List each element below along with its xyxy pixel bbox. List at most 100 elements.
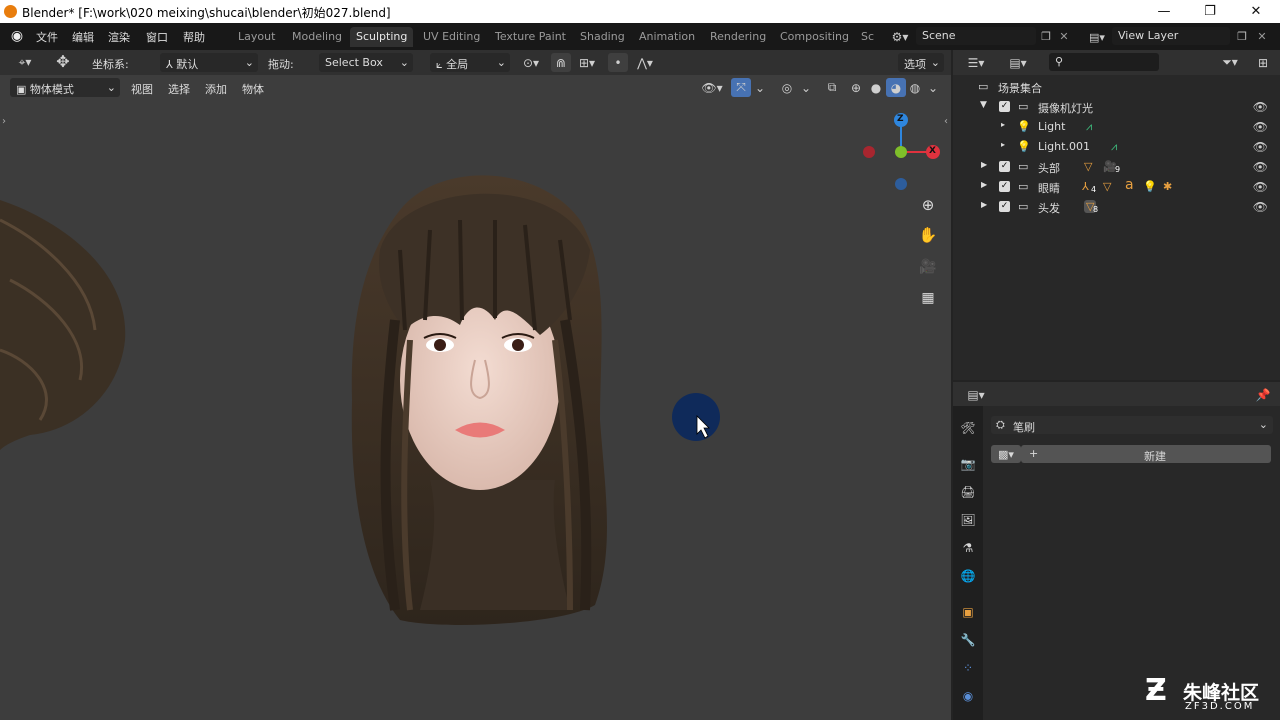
camera-view-icon[interactable]: 🎥 xyxy=(917,256,939,278)
pivot-dropdown[interactable]: ⟀ 全局 ⌄ xyxy=(430,53,510,72)
pin-icon[interactable]: 📌 xyxy=(1253,385,1273,404)
exclude-checkbox[interactable]: ✓ xyxy=(999,201,1010,212)
transform-move-icon[interactable]: ✥ xyxy=(50,52,76,71)
mode-dropdown[interactable]: ▣ 物体模式 ⌄ xyxy=(10,78,120,97)
properties-editor-type-icon[interactable]: ▤▾ xyxy=(961,385,991,404)
exclude-checkbox[interactable]: ✓ xyxy=(999,101,1010,112)
tool-tab-icon[interactable]: 🛠 xyxy=(960,420,976,436)
overlays-dropdown-icon[interactable]: ⌄ xyxy=(798,78,814,97)
visibility-eye-icon[interactable]: 👁 xyxy=(1253,180,1268,194)
visibility-eye-icon[interactable]: 👁▾ xyxy=(697,78,727,97)
overlays-icon[interactable]: ◎ xyxy=(776,78,798,97)
modifier-tab-icon[interactable]: 🔧 xyxy=(960,632,976,648)
view-layer-tab-icon[interactable]: 🖼 xyxy=(960,512,976,528)
visibility-eye-icon[interactable]: 👁 xyxy=(1253,100,1268,114)
outliner-row-scene-collection[interactable]: ▭ 场景集合 xyxy=(953,77,1280,97)
perspective-grid-icon[interactable]: ▦ xyxy=(917,287,939,309)
filter-icon[interactable]: ⏷▾ xyxy=(1215,53,1245,72)
menu-object[interactable]: 物体 xyxy=(242,81,264,97)
world-tab-icon[interactable]: 🌐 xyxy=(960,568,976,584)
view-layer-icon[interactable]: ▤▾ xyxy=(1085,28,1109,46)
output-tab-icon[interactable]: 🖨 xyxy=(960,484,976,500)
scene-selector-icon[interactable]: ⚙▾ xyxy=(888,28,912,46)
gizmo-toggle-icon[interactable]: ⤧ xyxy=(731,78,751,97)
material-shading-icon[interactable]: ◕ xyxy=(886,78,906,97)
expand-arrow-icon[interactable]: ▼ xyxy=(980,100,987,110)
drag-dropdown[interactable]: Select Box ⌄ xyxy=(319,53,413,72)
tab-sculpting[interactable]: Sculpting xyxy=(350,27,414,47)
blender-menu-icon[interactable]: ◉ xyxy=(8,28,26,44)
pivot-point-icon[interactable]: ⊙▾ xyxy=(515,53,547,72)
particles-tab-icon[interactable]: ⁘ xyxy=(960,660,976,676)
tab-texture-paint[interactable]: Texture Paint xyxy=(489,27,572,47)
menu-window[interactable]: 窗口 xyxy=(146,29,168,45)
outliner-row-hair[interactable]: ▶ ✓ ▭ 头发 ▽ 8 👁 xyxy=(953,197,1280,217)
proportional-edit-icon[interactable]: • xyxy=(608,53,628,72)
object-tab-icon[interactable]: ▣ xyxy=(960,604,976,620)
menu-view[interactable]: 视图 xyxy=(131,81,153,97)
snap-magnet-icon[interactable]: ⋒ xyxy=(551,53,571,72)
new-brush-button[interactable]: + 新建 xyxy=(1021,445,1271,463)
tab-layout[interactable]: Layout xyxy=(232,27,281,47)
menu-edit[interactable]: 编辑 xyxy=(72,29,94,45)
rendered-shading-icon[interactable]: ◍ xyxy=(905,78,925,97)
shading-dropdown-icon[interactable]: ⌄ xyxy=(925,78,941,97)
visibility-eye-icon[interactable]: 👁 xyxy=(1253,160,1268,174)
scene-name-field[interactable]: Scene xyxy=(916,27,1036,45)
pan-hand-icon[interactable]: ✋ xyxy=(917,224,939,246)
outliner-editor-type-icon[interactable]: ☰▾ xyxy=(961,53,991,72)
tab-animation[interactable]: Animation xyxy=(633,27,701,47)
sidebar-expand-icon[interactable]: ‹ xyxy=(944,116,948,127)
solid-shading-icon[interactable]: ● xyxy=(866,78,886,97)
menu-render[interactable]: 渲染 xyxy=(108,29,130,45)
visibility-eye-icon[interactable]: 👁 xyxy=(1253,200,1268,214)
menu-help[interactable]: 帮助 xyxy=(183,29,205,45)
3d-viewport[interactable]: Z X ⊕ ✋ 🎥 ▦ › ‹ xyxy=(0,50,951,720)
close-button[interactable]: ✕ xyxy=(1233,0,1279,23)
exclude-checkbox[interactable]: ✓ xyxy=(999,161,1010,172)
minimize-button[interactable]: — xyxy=(1141,0,1187,23)
physics-tab-icon[interactable]: ◉ xyxy=(960,688,976,704)
expand-arrow-icon[interactable]: ▶ xyxy=(981,180,987,189)
brush-selector-button[interactable]: ▩▾ xyxy=(991,445,1021,463)
new-view-layer-icon[interactable]: ❐ xyxy=(1234,28,1250,44)
delete-view-layer-icon[interactable]: ✕ xyxy=(1255,28,1269,44)
gizmo-dropdown-icon[interactable]: ⌄ xyxy=(752,78,768,97)
tab-modeling[interactable]: Modeling xyxy=(286,27,348,47)
visibility-eye-icon[interactable]: 👁 xyxy=(1253,140,1268,154)
editor-type-icon[interactable]: ⌖▾ xyxy=(10,53,40,72)
orientation-dropdown[interactable]: ⅄ 默认 ⌄ xyxy=(160,53,258,72)
new-collection-icon[interactable]: ⊞ xyxy=(1253,53,1273,72)
snap-target-icon[interactable]: ⊞▾ xyxy=(572,53,602,72)
exclude-checkbox[interactable]: ✓ xyxy=(999,181,1010,192)
expand-arrow-icon[interactable]: ▶ xyxy=(981,160,987,169)
menu-select[interactable]: 选择 xyxy=(168,81,190,97)
expand-arrow-icon[interactable]: ▸ xyxy=(1001,140,1005,149)
tab-compositing[interactable]: Compositing xyxy=(774,27,855,47)
xray-icon[interactable]: ⧉ xyxy=(822,78,842,97)
outliner-row-eyes[interactable]: ▶ ✓ ▭ 眼睛 ⅄ 4 ▽ a 💡 ✱ 👁 xyxy=(953,177,1280,197)
display-mode-icon[interactable]: ▤▾ xyxy=(1003,53,1033,72)
outliner-row-light-001[interactable]: ▸ 💡 Light.001 ⩘ 👁 xyxy=(953,137,1280,157)
new-scene-icon[interactable]: ❐ xyxy=(1038,28,1054,44)
expand-arrow-icon[interactable]: ▶ xyxy=(981,200,987,209)
tab-shading[interactable]: Shading xyxy=(574,27,631,47)
toolbar-expand-icon[interactable]: › xyxy=(2,116,6,127)
render-tab-icon[interactable]: 📷 xyxy=(960,456,976,472)
view-layer-field[interactable]: View Layer xyxy=(1112,27,1230,45)
expand-arrow-icon[interactable]: ▸ xyxy=(1001,120,1005,129)
options-dropdown[interactable]: 选项 ⌄ xyxy=(898,53,944,72)
scene-tab-icon[interactable]: ⚗ xyxy=(960,540,976,556)
maximize-button[interactable]: ❐ xyxy=(1187,0,1233,23)
outliner-row-camera-lights[interactable]: ▼ ✓ ▭ 摄像机灯光 👁 xyxy=(953,97,1280,117)
outliner-row-head[interactable]: ▶ ✓ ▭ 头部 ▽ 🎥 9 👁 xyxy=(953,157,1280,177)
outliner-row-light[interactable]: ▸ 💡 Light ⩘ 👁 xyxy=(953,117,1280,137)
tab-scripting[interactable]: Sc xyxy=(855,27,880,47)
menu-file[interactable]: 文件 xyxy=(36,29,58,45)
menu-add[interactable]: 添加 xyxy=(205,81,227,97)
wireframe-shading-icon[interactable]: ⊕ xyxy=(846,78,866,97)
tab-uv-editing[interactable]: UV Editing xyxy=(417,27,486,47)
falloff-icon[interactable]: ⋀▾ xyxy=(630,53,660,72)
zoom-icon[interactable]: ⊕ xyxy=(917,194,939,216)
outliner-search-input[interactable]: ⚲ xyxy=(1049,53,1159,71)
